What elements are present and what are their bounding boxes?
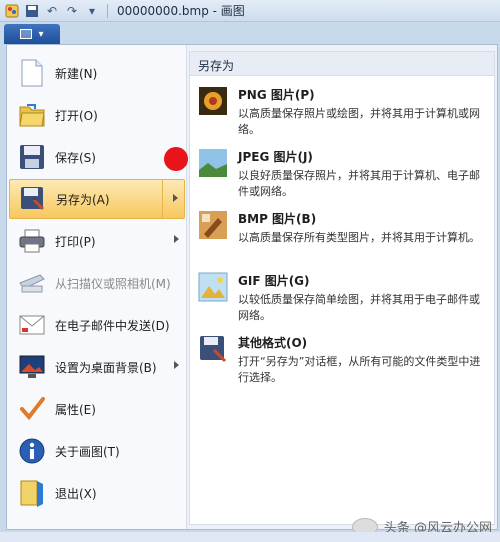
option-description: 以较低质量保存简单绘图，并将其用于电子邮件或网络。 <box>238 293 480 322</box>
open-folder-icon <box>17 100 47 130</box>
option-title: 其他格式(O) <box>238 336 308 350</box>
menu-item-new[interactable]: 新建(N) <box>9 53 185 93</box>
other-formats-icon <box>198 334 228 364</box>
save-as-jpeg-option[interactable]: JPEG 图片(J) 以良好质量保存照片，并将其用于计算机、电子邮件或网络。 <box>198 148 488 200</box>
save-as-bmp-option[interactable]: BMP 图片(B) 以高质量保存所有类型图片，并将其用于计算机。 <box>198 210 488 246</box>
jpeg-image-icon <box>198 148 228 178</box>
submenu-arrow-icon <box>173 194 178 202</box>
menu-item-email[interactable]: 在电子邮件中发送(D) <box>9 305 185 345</box>
option-description: 以高质量保存照片或绘图，并将其用于计算机或网络。 <box>238 107 480 136</box>
customize-quick-access-icon[interactable]: ▾ <box>84 3 100 19</box>
menu-item-about[interactable]: 关于画图(T) <box>9 431 185 471</box>
submenu-arrow-icon <box>174 235 179 243</box>
menu-item-label: 从扫描仪或照相机(M) <box>55 276 171 291</box>
title-separator <box>107 3 108 18</box>
menu-item-label: 设置为桌面背景(B) <box>55 360 157 375</box>
status-bar <box>0 532 500 542</box>
desktop-background-icon <box>17 352 47 382</box>
option-title: PNG 图片(P) <box>238 88 315 102</box>
png-image-icon <box>198 86 228 116</box>
menu-item-label: 保存(S) <box>55 150 96 165</box>
submenu-arrow-icon <box>174 361 179 369</box>
undo-icon[interactable]: ↶ <box>44 3 60 19</box>
menu-item-print[interactable]: 打印(P) <box>9 221 185 261</box>
menu-item-label: 退出(X) <box>55 486 97 501</box>
save-as-panel: 另存为 PNG 图片(P) 以高质量保存照片或绘图，并将其用于计算机或网络。 J… <box>189 51 495 525</box>
menu-item-exit[interactable]: 退出(X) <box>9 473 185 513</box>
menu-commands: 新建(N) 打开(O) 保存(S) 另存为(A) 打印(P) 从扫描仪或照相机(… <box>7 45 187 529</box>
gif-image-icon <box>198 272 228 302</box>
option-title: GIF 图片(G) <box>238 274 310 288</box>
redo-icon[interactable]: ↷ <box>64 3 80 19</box>
menu-item-properties[interactable]: 属性(E) <box>9 389 185 429</box>
menu-item-label: 新建(N) <box>55 66 98 81</box>
application-menu-button[interactable]: ▾ <box>4 24 60 44</box>
application-menu: 新建(N) 打开(O) 保存(S) 另存为(A) 打印(P) 从扫描仪或照相机(… <box>6 44 498 530</box>
checkmark-icon <box>17 394 47 424</box>
menu-item-save[interactable]: 保存(S) <box>9 137 185 177</box>
save-as-header: 另存为 <box>190 52 494 76</box>
menu-item-save-as[interactable]: 另存为(A) <box>9 179 185 219</box>
printer-icon <box>17 226 47 256</box>
exit-icon <box>17 478 47 508</box>
email-icon <box>17 310 47 340</box>
option-title: BMP 图片(B) <box>238 212 317 226</box>
save-as-other-formats-option[interactable]: 其他格式(O) 打开“另存为”对话框，从所有可能的文件类型中进行选择。 <box>198 334 488 386</box>
scanner-icon <box>17 268 47 298</box>
paint-app-icon <box>4 3 20 19</box>
menu-item-label: 另存为(A) <box>56 192 110 207</box>
quick-save-icon[interactable] <box>24 3 40 19</box>
menu-item-label: 关于画图(T) <box>55 444 120 459</box>
save-as-gif-option[interactable]: GIF 图片(G) 以较低质量保存简单绘图，并将其用于电子邮件或网络。 <box>198 272 488 324</box>
new-file-icon <box>17 58 47 88</box>
bmp-image-icon <box>198 210 228 240</box>
menu-item-label: 打开(O) <box>55 108 98 123</box>
save-floppy-icon <box>17 142 47 172</box>
document-icon <box>20 29 33 39</box>
red-marker-dot <box>164 147 188 171</box>
menu-item-label: 在电子邮件中发送(D) <box>55 318 170 333</box>
info-icon <box>17 436 47 466</box>
save-as-png-option[interactable]: PNG 图片(P) 以高质量保存照片或绘图，并将其用于计算机或网络。 <box>198 86 488 138</box>
menu-item-label: 打印(P) <box>55 234 96 249</box>
option-description: 打开“另存为”对话框，从所有可能的文件类型中进行选择。 <box>238 355 481 384</box>
title-bar: ↶ ↷ ▾ 00000000.bmp - 画图 <box>0 0 500 22</box>
option-title: JPEG 图片(J) <box>238 150 313 164</box>
chevron-down-icon: ▾ <box>38 28 44 40</box>
window-title: 00000000.bmp - 画图 <box>117 4 245 18</box>
save-as-icon <box>18 184 48 214</box>
option-description: 以高质量保存所有类型图片，并将其用于计算机。 <box>238 231 480 244</box>
menu-item-open[interactable]: 打开(O) <box>9 95 185 135</box>
menu-item-scanner: 从扫描仪或照相机(M) <box>9 263 185 303</box>
menu-item-label: 属性(E) <box>55 402 96 417</box>
option-description: 以良好质量保存照片，并将其用于计算机、电子邮件或网络。 <box>238 169 480 198</box>
menu-item-desktop-background[interactable]: 设置为桌面背景(B) <box>9 347 185 387</box>
